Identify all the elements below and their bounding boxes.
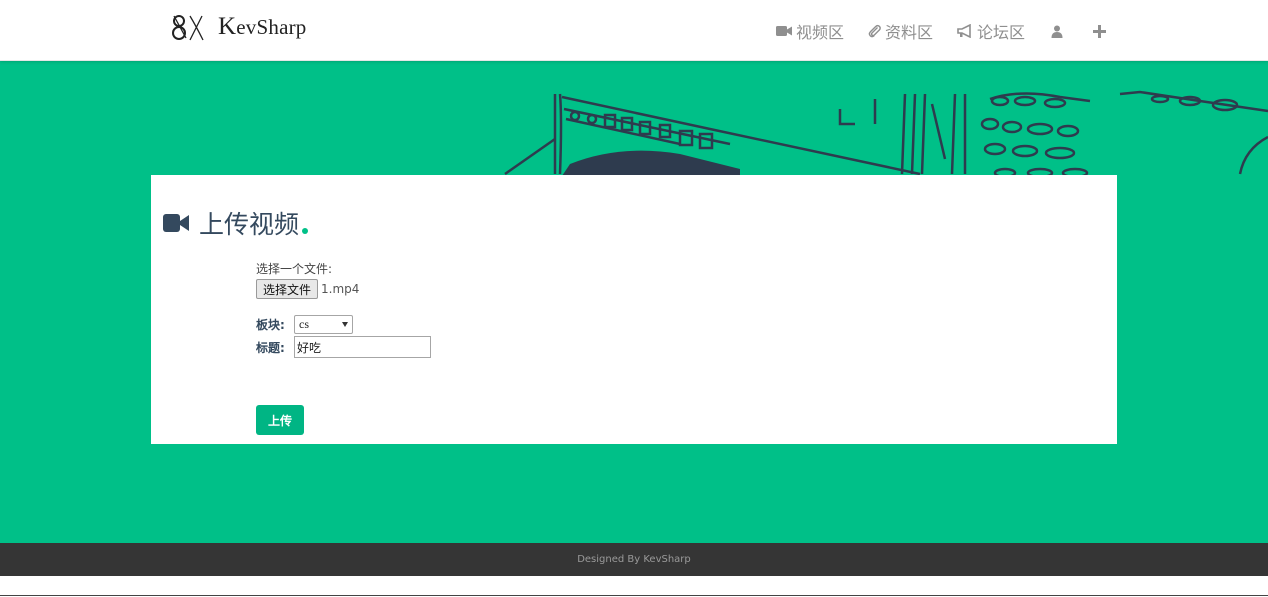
brand-name-initial: K [218,13,237,40]
title-field: 标题: [256,336,431,358]
brand-name-rest: evSharp [236,15,307,39]
section-field: 板块: cs [256,315,431,334]
nav-materials[interactable]: 资料区 [868,19,933,43]
chevron-down-icon [342,322,348,327]
bottom-divider [0,595,1268,596]
footer: Designed By KevSharp [0,543,1268,576]
nav-materials-label: 资料区 [884,23,933,42]
video-camera-icon [775,26,792,36]
nav-user[interactable] [1051,25,1067,38]
video-camera-icon [163,214,189,232]
selected-file-name: 1.mp4 [321,282,360,296]
choose-file-button[interactable]: 选择文件 [256,279,319,299]
footer-credit: Designed By KevSharp [577,554,691,565]
upload-form: 选择一个文件: 选择文件 1.mp4 板块: cs 标题: [256,260,431,358]
title-input[interactable] [294,336,431,358]
file-label: 选择一个文件: [256,262,333,276]
page-title-text: 上传视频 [199,210,300,239]
file-picker: 选择文件 1.mp4 [256,279,431,299]
user-icon [1051,25,1063,38]
hero-background-illustration [504,90,1268,179]
upload-submit-button[interactable]: 上传 [256,405,304,435]
nav-video-label: 视频区 [795,23,844,42]
brand-name: KevSharp [218,13,306,41]
paperclip-icon [868,24,881,38]
brand[interactable]: KevSharp [170,12,306,42]
nav-forum[interactable]: 论坛区 [957,19,1025,43]
section-label: 板块: [256,318,285,332]
title-accent-dot [302,228,309,234]
page-title: 上传视频 [163,205,309,241]
top-navbar: KevSharp 视频区 资料区 论坛区 [0,0,1268,61]
section-select[interactable]: cs [294,315,353,334]
bullhorn-icon [957,24,971,38]
upload-card: 上传视频 选择一个文件: 选择文件 1.mp4 板块: cs 标题: 上传 [151,175,1117,444]
section-select-value: cs [299,317,309,331]
nav-add[interactable] [1093,24,1110,38]
main-nav: 视频区 资料区 论坛区 [775,19,1110,43]
title-label: 标题: [256,340,285,355]
nav-forum-label: 论坛区 [976,23,1025,42]
nav-video[interactable]: 视频区 [775,19,844,43]
plus-icon [1093,24,1106,38]
brand-logo-icon [172,15,204,41]
